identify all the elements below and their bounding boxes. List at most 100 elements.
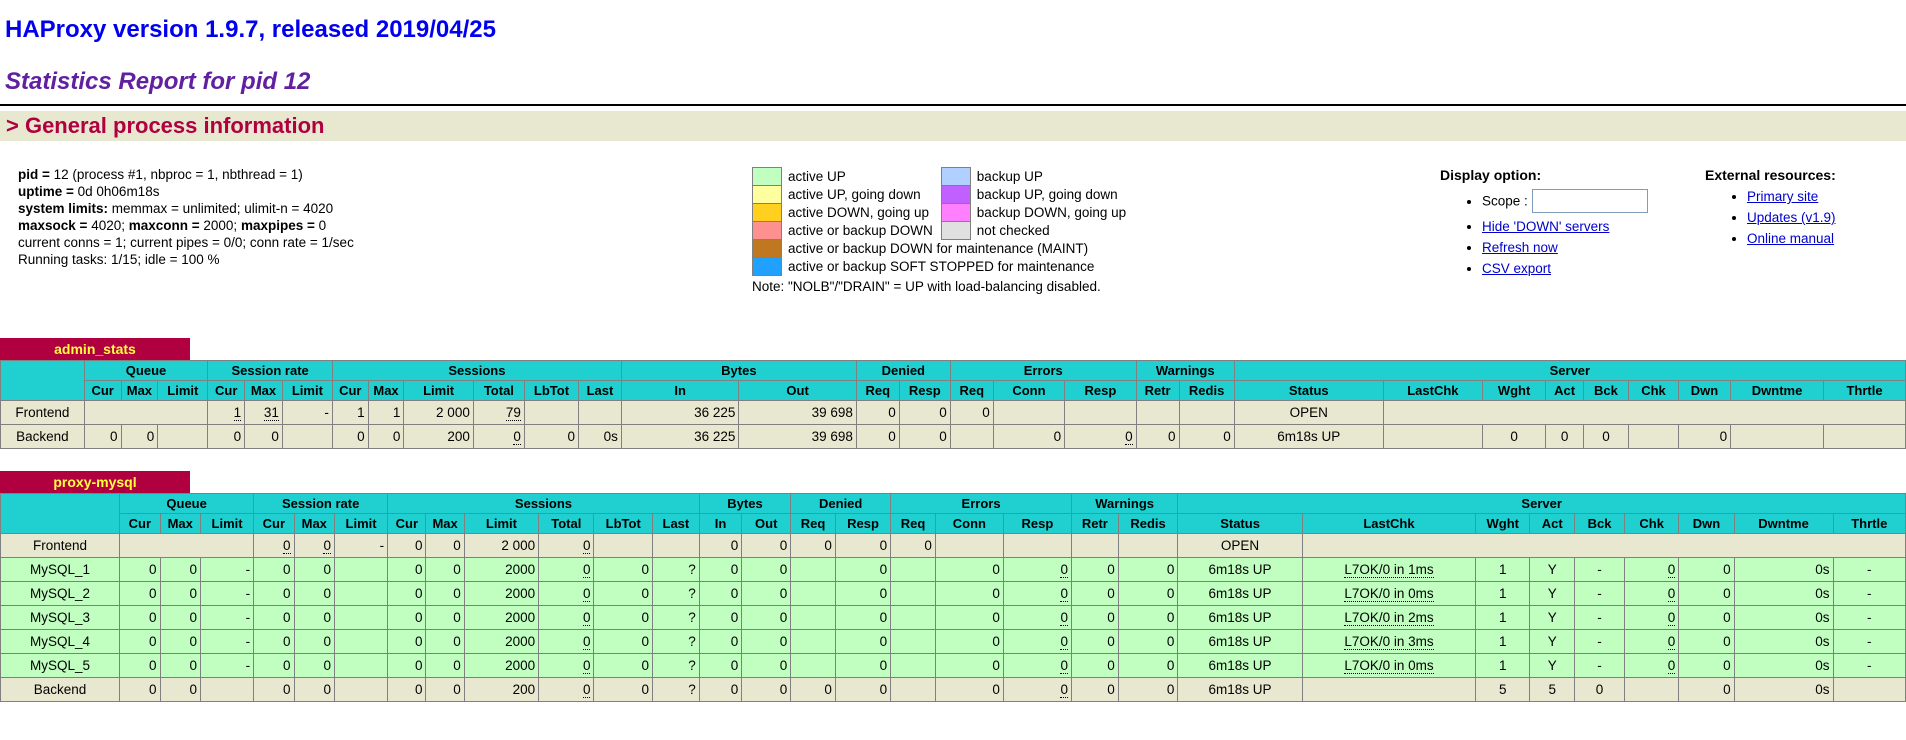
cell-q-max: 0 [160, 582, 200, 606]
cell-d-resp: 0 [835, 534, 890, 558]
cell-bck: - [1575, 606, 1625, 630]
legend-label: active or backup DOWN for maintenance (M… [782, 240, 1135, 258]
cell-e-req [950, 425, 993, 449]
col-header-sr-max: Max [245, 381, 283, 401]
cell-lbtot [594, 534, 653, 558]
col-header-status: Status [1234, 381, 1383, 401]
link-primary-site[interactable]: Primary site [1747, 189, 1818, 204]
link-online-manual[interactable]: Online manual [1747, 231, 1834, 246]
cell-last [579, 401, 622, 425]
link-updates-v1-9-[interactable]: Updates (v1.9) [1747, 210, 1836, 225]
cell-lbtot: 0 [594, 606, 653, 630]
col-header-lbtot: LbTot [594, 514, 653, 534]
cell-s-cur: 0 [332, 425, 368, 449]
cell-q-limit: - [200, 606, 253, 630]
group-header-server: Server [1234, 361, 1905, 381]
cell-name: MySQL_5 [1, 654, 120, 678]
proxy-title-proxy-mysql[interactable]: proxy-mysql [0, 471, 190, 493]
col-header-d-resp: Resp [835, 514, 890, 534]
cell-s-cur: 1 [332, 401, 368, 425]
cell-s-limit: 2000 [464, 582, 538, 606]
cell-lastchk [1302, 534, 1905, 558]
cell-s-limit: 2000 [464, 630, 538, 654]
col-header-dwntme: Dwntme [1734, 514, 1833, 534]
cell-act: Y [1530, 582, 1575, 606]
col-header-e-req: Req [950, 381, 993, 401]
cell-dwntme: 0s [1734, 654, 1833, 678]
page-title[interactable]: HAProxy version 1.9.7, released 2019/04/… [5, 16, 1906, 44]
col-header-status: Status [1178, 514, 1302, 534]
cell-lastchk: L7OK/0 in 0ms [1302, 654, 1475, 678]
cell-sr-cur: 0 [208, 425, 245, 449]
cell-name: Backend [1, 678, 120, 702]
col-header-bytes-in: In [699, 514, 742, 534]
cell-s-max: 0 [426, 534, 464, 558]
cell-bytes-out: 0 [742, 630, 791, 654]
list-item: Online manual [1747, 231, 1906, 246]
stats-table-proxy-mysql: QueueSession rateSessionsBytesDeniedErro… [0, 493, 1906, 702]
cell-thrtle: - [1833, 654, 1905, 678]
cell-e-conn: 0 [935, 678, 1003, 702]
cell-bytes-in: 0 [699, 534, 742, 558]
cell-sr-max: 31 [245, 401, 283, 425]
scope-input[interactable] [1532, 189, 1648, 213]
cell-lastchk [1302, 678, 1475, 702]
cell-e-resp: 0 [1065, 425, 1136, 449]
cell-q-max: 0 [160, 678, 200, 702]
cell-q-cur [120, 534, 254, 558]
group-header-session-rate: Session rate [254, 494, 388, 514]
cell-bck: 0 [1584, 425, 1629, 449]
cell-q-cur: 0 [120, 606, 160, 630]
row-backend: Backend00000020000?000000006m18s UP55000… [1, 678, 1906, 702]
cell-sr-limit [334, 558, 387, 582]
scope-label: Scope : [1482, 194, 1532, 209]
cell-s-limit: 2 000 [464, 534, 538, 558]
col-header-d-req: Req [856, 381, 899, 401]
cell-status: OPEN [1234, 401, 1383, 425]
cell-retr: 0 [1136, 425, 1179, 449]
group-header-queue: Queue [120, 494, 254, 514]
link-csv-export[interactable]: CSV export [1482, 261, 1551, 276]
link-hide-down-servers[interactable]: Hide 'DOWN' servers [1482, 219, 1609, 234]
cell-e-req [891, 606, 936, 630]
cell-lbtot: 0 [594, 630, 653, 654]
col-header-act: Act [1530, 514, 1575, 534]
cell-d-resp: 0 [835, 654, 890, 678]
external-resources-heading: External resources: [1705, 167, 1836, 183]
group-header-bytes: Bytes [699, 494, 790, 514]
proxy-title-admin_stats[interactable]: admin_stats [0, 338, 190, 360]
group-header-warnings: Warnings [1136, 361, 1234, 381]
cell-bytes-out: 0 [742, 582, 791, 606]
cell-d-req [791, 582, 836, 606]
col-header-lastchk: LastChk [1383, 381, 1482, 401]
cell-last: 0s [579, 425, 622, 449]
col-header-redis: Redis [1118, 514, 1178, 534]
cell-s-limit: 2000 [464, 654, 538, 678]
cell-sr-max: 0 [294, 654, 334, 678]
link-refresh-now[interactable]: Refresh now [1482, 240, 1558, 255]
cell-name: MySQL_3 [1, 606, 120, 630]
cell-sr-cur: 0 [254, 678, 294, 702]
cell-sr-cur: 0 [254, 630, 294, 654]
cell-s-cur: 0 [388, 654, 426, 678]
cell-s-cur: 0 [388, 606, 426, 630]
cell-s-cur: 0 [388, 630, 426, 654]
cell-redis: 0 [1118, 654, 1178, 678]
cell-sr-max: 0 [294, 606, 334, 630]
cell-lbtot: 0 [594, 558, 653, 582]
col-header-sr-max: Max [294, 514, 334, 534]
cell-s-max: 0 [426, 630, 464, 654]
section-heading: > General process information [0, 111, 1906, 141]
list-item: Refresh now [1482, 240, 1705, 255]
legend-label: backup UP [970, 168, 1134, 186]
cell-sr-cur: 0 [254, 582, 294, 606]
cell-wght: 1 [1476, 606, 1530, 630]
col-header-chk: Chk [1625, 514, 1679, 534]
col-header-bck: Bck [1575, 514, 1625, 534]
process-info: pid = 12 (process #1, nbproc = 1, nbthre… [18, 167, 752, 269]
cell-bytes-in: 0 [699, 582, 742, 606]
cell-retr: 0 [1071, 606, 1118, 630]
cell-s-max: 0 [426, 582, 464, 606]
display-options-heading: Display option: [1440, 167, 1541, 183]
cell-q-max: 0 [160, 630, 200, 654]
